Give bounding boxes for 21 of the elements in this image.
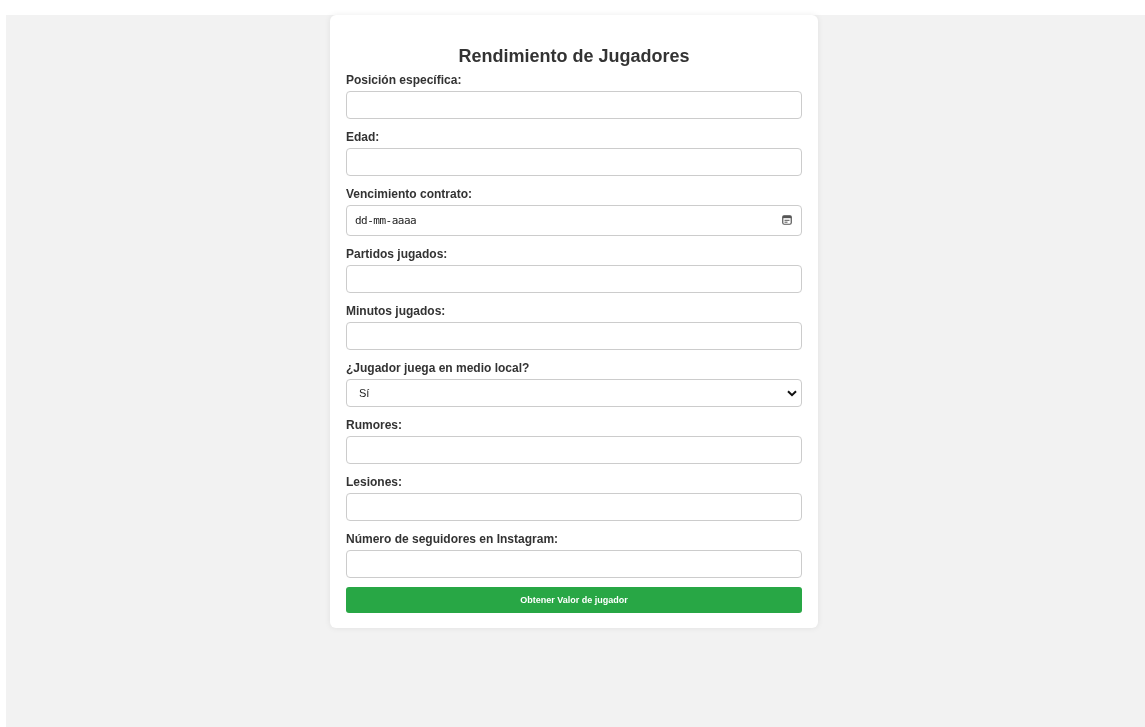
field-label: ¿Jugador juega en medio local?	[346, 361, 531, 375]
select-field[interactable]: Sí	[346, 379, 802, 407]
date-field[interactable]: dd-mm-aaaa	[346, 205, 802, 236]
field-label: Posición específica:	[346, 73, 463, 87]
field-label: Rumores:	[346, 418, 403, 432]
calendar-icon[interactable]	[782, 215, 792, 225]
field-label: Número de seguidores en Instagram:	[346, 532, 560, 546]
field-label: Minutos jugados:	[346, 304, 447, 318]
text-field[interactable]	[346, 148, 802, 176]
field-label: Vencimiento contrato:	[346, 187, 474, 201]
text-field[interactable]	[346, 322, 802, 350]
text-field[interactable]	[346, 265, 802, 293]
form-title: Rendimiento de Jugadores	[457, 46, 691, 67]
text-field[interactable]	[346, 493, 802, 521]
chevron-down-icon	[787, 389, 797, 397]
field-label: Lesiones:	[346, 475, 403, 489]
text-field[interactable]	[346, 550, 802, 578]
field-label: Partidos jugados:	[346, 247, 449, 261]
text-field[interactable]	[346, 91, 802, 119]
field-label: Edad:	[346, 130, 381, 144]
text-field[interactable]	[346, 436, 802, 464]
